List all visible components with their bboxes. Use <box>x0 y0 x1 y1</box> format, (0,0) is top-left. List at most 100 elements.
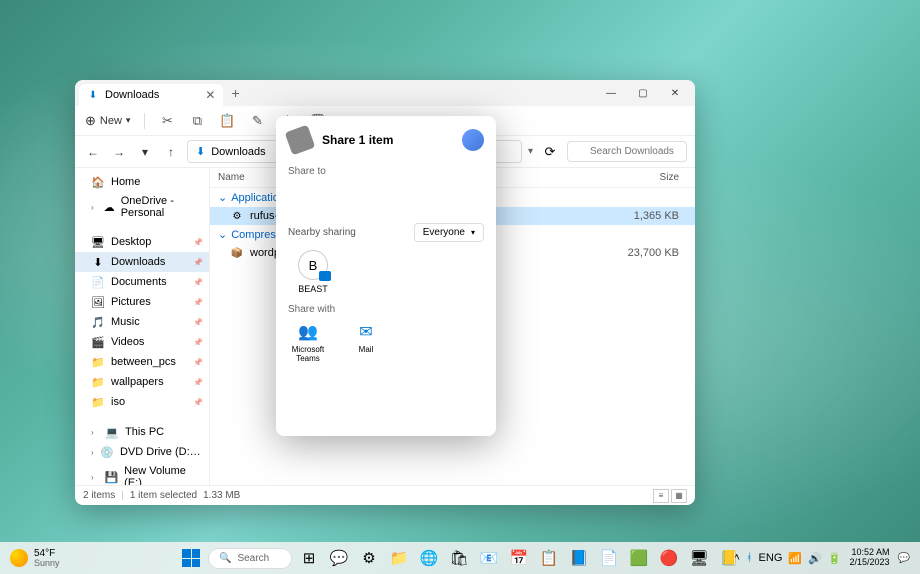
system-tray[interactable]: ˄ ᚼ ENG 📶 🔊 🔋 <box>734 552 842 565</box>
taskbar-app[interactable]: 🟩 <box>626 545 652 571</box>
tab-title: Downloads <box>105 89 159 101</box>
sidebar-item-desktop[interactable]: 🖥Desktop <box>75 232 209 252</box>
battery-icon[interactable]: 🔋 <box>828 552 842 565</box>
tab-close-button[interactable]: ✕ <box>205 88 215 102</box>
disc-icon: 💿 <box>100 445 114 459</box>
chevron-down-icon: ⌄ <box>218 191 227 204</box>
back-button[interactable]: ← <box>83 142 103 162</box>
chevron-down-icon: ▾ <box>471 228 475 237</box>
taskbar-explorer[interactable]: 📁 <box>386 545 412 571</box>
share-dialog: Share 1 item Share to Nearby sharing Eve… <box>276 116 496 436</box>
sidebar-item-home[interactable]: 🏠Home <box>75 172 209 192</box>
start-button[interactable] <box>178 545 204 571</box>
sidebar-item-iso[interactable]: 📁iso <box>75 392 209 412</box>
weather-widget[interactable]: 54°F Sunny <box>10 549 60 568</box>
refresh-button[interactable]: ⟳ <box>539 141 561 163</box>
language-indicator[interactable]: ENG <box>759 552 783 564</box>
picture-icon: 🖼 <box>91 295 105 309</box>
taskbar-search[interactable]: 🔍 Search <box>208 548 292 569</box>
taskbar-app[interactable]: 📋 <box>536 545 562 571</box>
breadcrumb-current: Downloads <box>211 146 265 158</box>
taskbar-app[interactable]: 📧 <box>476 545 502 571</box>
sun-icon <box>10 549 28 567</box>
pc-badge-icon <box>319 271 331 281</box>
download-icon: ⬇ <box>87 89 99 101</box>
recent-dropdown[interactable]: ▾ <box>135 142 155 162</box>
user-avatar[interactable] <box>462 129 484 151</box>
home-icon: 🏠 <box>91 175 105 189</box>
taskbar-app[interactable]: 💬 <box>326 545 352 571</box>
pc-icon: 💻 <box>105 425 119 439</box>
new-tab-button[interactable]: + <box>223 85 247 101</box>
forward-button[interactable]: → <box>109 142 129 162</box>
search-input[interactable] <box>567 141 687 162</box>
copy-icon[interactable]: ⧉ <box>189 113 205 129</box>
video-icon: 🎬 <box>91 335 105 349</box>
sidebar-item-this-pc[interactable]: ›💻This PC <box>75 422 209 442</box>
sidebar-item-newvol[interactable]: ›💾New Volume (E:) <box>75 462 209 485</box>
wifi-icon[interactable]: 📶 <box>788 552 802 565</box>
taskbar-chrome[interactable]: 🔴 <box>656 545 682 571</box>
sidebar-item-videos[interactable]: 🎬Videos <box>75 332 209 352</box>
download-icon: ⬇ <box>196 145 205 158</box>
document-icon: 📄 <box>91 275 105 289</box>
usb-icon <box>285 125 316 156</box>
volume-icon[interactable]: 🔊 <box>808 552 822 565</box>
sidebar-item-downloads[interactable]: ⬇Downloads <box>75 252 209 272</box>
folder-icon: 📁 <box>91 375 105 389</box>
share-to-label: Share to <box>288 166 484 177</box>
folder-icon: 📁 <box>91 355 105 369</box>
view-icons-button[interactable]: ▦ <box>671 489 687 503</box>
desktop-icon: 🖥 <box>91 235 105 249</box>
share-app-mail[interactable]: ✉ Mail <box>346 321 386 364</box>
sidebar-item-documents[interactable]: 📄Documents <box>75 272 209 292</box>
nearby-device-beast[interactable]: B BEAST <box>288 250 338 294</box>
taskbar-app[interactable]: 🛍 <box>446 545 472 571</box>
share-app-teams[interactable]: 👥 Microsoft Teams <box>288 321 328 364</box>
new-button[interactable]: New ▾ <box>85 113 130 129</box>
taskbar-clock[interactable]: 10:52 AM 2/15/2023 <box>850 548 890 568</box>
drive-icon: 💾 <box>104 470 118 484</box>
sidebar-item-wallpapers[interactable]: 📁wallpapers <box>75 372 209 392</box>
nearby-dropdown[interactable]: Everyone▾ <box>414 223 484 242</box>
mail-icon: ✉ <box>354 321 378 343</box>
notifications-button[interactable]: 💬 <box>898 553 910 564</box>
status-item-count: 2 items <box>83 490 115 501</box>
download-icon: ⬇ <box>91 255 105 269</box>
sidebar-item-onedrive[interactable]: ›☁OneDrive - Personal <box>75 192 209 222</box>
column-size[interactable]: Size <box>627 172 687 183</box>
sidebar-item-music[interactable]: 🎵Music <box>75 312 209 332</box>
taskbar-app[interactable]: 📄 <box>596 545 622 571</box>
sidebar-item-dvd[interactable]: ›💿DVD Drive (D:) CCCOMA_X64FRE_EN- <box>75 442 209 462</box>
taskbar-app[interactable]: ⚙ <box>356 545 382 571</box>
share-with-label: Share with <box>288 304 484 315</box>
tab-downloads[interactable]: ⬇ Downloads ✕ <box>79 84 223 106</box>
exe-icon: ⚙ <box>230 209 244 223</box>
rename-icon[interactable]: ✎ <box>249 113 265 129</box>
minimize-button[interactable]: — <box>595 80 627 106</box>
statusbar: 2 items | 1 item selected 1.33 MB ≡ ▦ <box>75 485 695 505</box>
teams-icon: 👥 <box>296 321 320 343</box>
taskbar-app[interactable]: 📅 <box>506 545 532 571</box>
taskbar-app[interactable]: 🖥 <box>686 545 712 571</box>
taskbar-app[interactable]: 📘 <box>566 545 592 571</box>
share-title: Share 1 item <box>322 133 393 147</box>
close-button[interactable]: ✕ <box>659 80 691 106</box>
cloud-icon: ☁ <box>103 200 114 214</box>
up-button[interactable]: ↑ <box>161 142 181 162</box>
music-icon: 🎵 <box>91 315 105 329</box>
taskbar-app[interactable]: 📒 <box>716 545 742 571</box>
paste-icon[interactable]: 📋 <box>219 113 235 129</box>
titlebar: ⬇ Downloads ✕ + — ▢ ✕ <box>75 80 695 106</box>
maximize-button[interactable]: ▢ <box>627 80 659 106</box>
status-selected: 1 item selected <box>130 490 197 501</box>
sidebar-item-pictures[interactable]: 🖼Pictures <box>75 292 209 312</box>
cut-icon[interactable]: ✂ <box>159 113 175 129</box>
sidebar-item-between-pcs[interactable]: 📁between_pcs <box>75 352 209 372</box>
folder-icon: 📁 <box>91 395 105 409</box>
bluetooth-icon[interactable]: ᚼ <box>746 552 753 564</box>
nearby-label: Nearby sharing <box>288 227 356 238</box>
taskbar-edge[interactable]: 🌐 <box>416 545 442 571</box>
task-view-button[interactable]: ⊞ <box>296 545 322 571</box>
view-details-button[interactable]: ≡ <box>653 489 669 503</box>
